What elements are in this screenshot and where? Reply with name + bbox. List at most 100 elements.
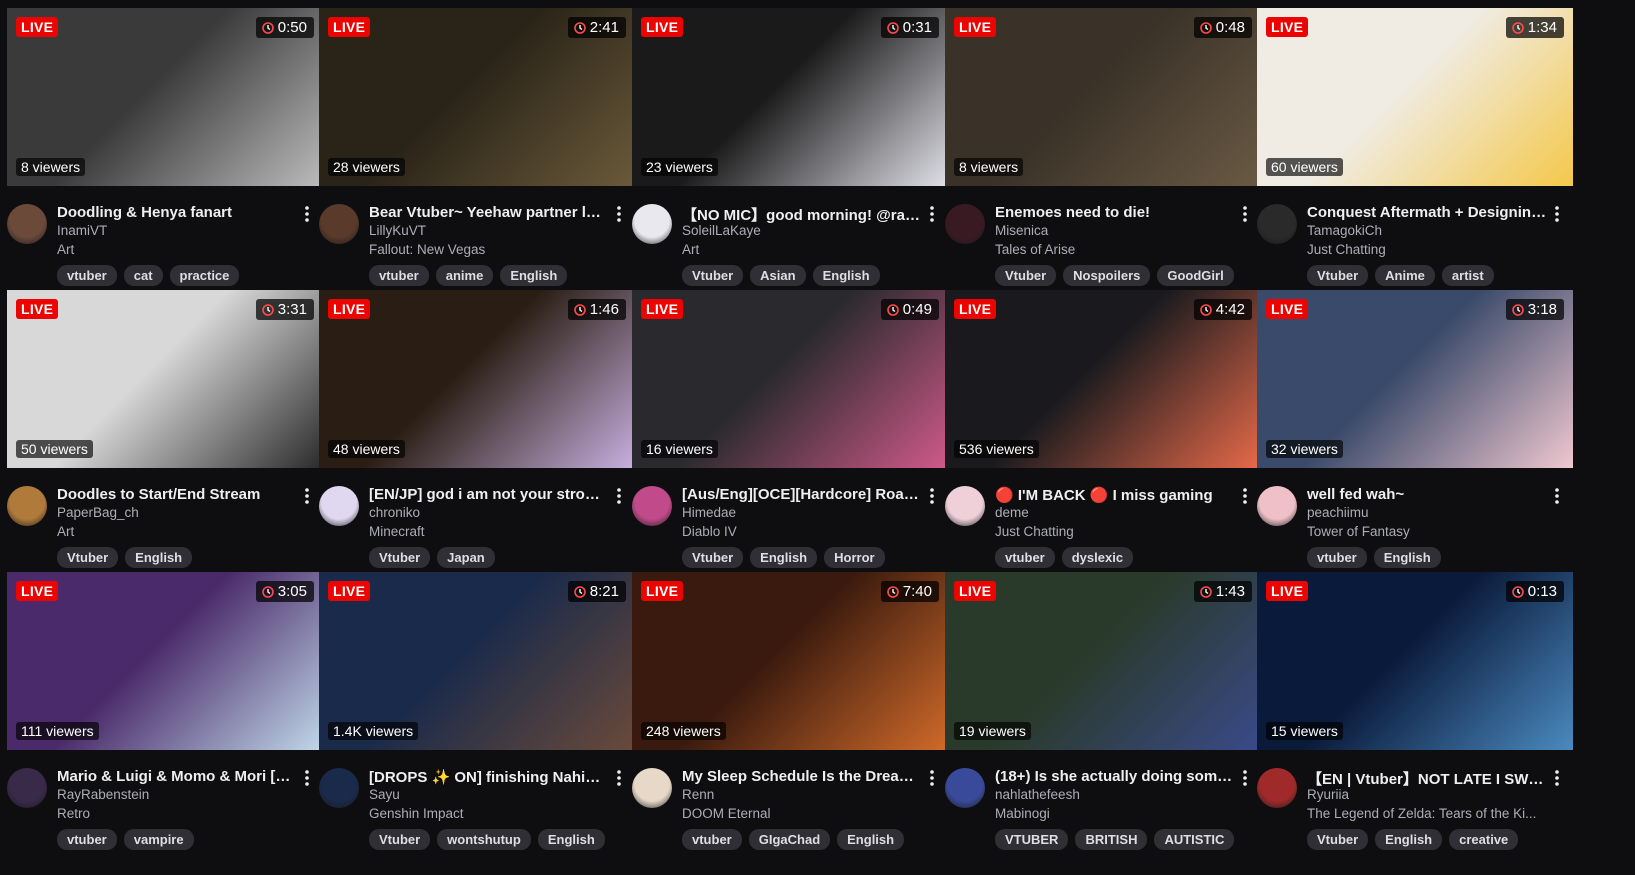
- channel-avatar[interactable]: [632, 486, 672, 526]
- stream-thumbnail[interactable]: LIVE 1:46 48 viewers: [319, 290, 635, 468]
- tag-chip[interactable]: Anime: [1375, 265, 1435, 286]
- channel-name[interactable]: Misenica: [995, 223, 1048, 238]
- stream-title[interactable]: 【EN | Vtuber】NOT LATE I SWEA...: [1307, 768, 1547, 789]
- more-options-icon[interactable]: [1235, 768, 1255, 788]
- stream-title[interactable]: Mario & Luigi & Momo & Mori [Bird...: [57, 768, 297, 785]
- channel-name[interactable]: InamiVT: [57, 223, 107, 238]
- stream-title[interactable]: [EN/JP] god i am not your stronge...: [369, 486, 609, 503]
- channel-avatar[interactable]: [319, 768, 359, 808]
- channel-name[interactable]: PaperBag_ch: [57, 505, 139, 520]
- category-link[interactable]: Tales of Arise: [995, 242, 1255, 257]
- category-link[interactable]: Genshin Impact: [369, 806, 629, 821]
- tag-chip[interactable]: anime: [435, 265, 494, 286]
- channel-name[interactable]: chroniko: [369, 505, 420, 520]
- tag-chip[interactable]: English: [1373, 547, 1441, 568]
- channel-name[interactable]: Himedae: [682, 505, 736, 520]
- category-link[interactable]: Minecraft: [369, 524, 629, 539]
- channel-name[interactable]: Sayu: [369, 787, 400, 802]
- more-options-icon[interactable]: [609, 204, 629, 224]
- tag-chip[interactable]: English: [812, 265, 880, 286]
- stream-title[interactable]: [DROPS ✨ ON] finishing Nahida st...: [369, 768, 609, 786]
- tag-chip[interactable]: Vtuber: [682, 265, 744, 286]
- tag-chip[interactable]: English: [750, 547, 818, 568]
- tag-chip[interactable]: English: [125, 547, 193, 568]
- channel-avatar[interactable]: [1257, 204, 1297, 244]
- tag-chip[interactable]: Vtuber: [369, 547, 431, 568]
- category-link[interactable]: Just Chatting: [1307, 242, 1567, 257]
- more-options-icon[interactable]: [922, 204, 942, 224]
- category-link[interactable]: Retro: [57, 806, 317, 821]
- tag-chip[interactable]: GoodGirl: [1157, 265, 1234, 286]
- stream-thumbnail[interactable]: LIVE 3:05 111 viewers: [7, 572, 323, 750]
- stream-title[interactable]: Enemoes need to die!: [995, 204, 1235, 221]
- tag-chip[interactable]: Vtuber: [995, 265, 1057, 286]
- stream-thumbnail[interactable]: LIVE 1:34 60 viewers: [1257, 8, 1573, 186]
- tag-chip[interactable]: Nospoilers: [1063, 265, 1151, 286]
- stream-thumbnail[interactable]: LIVE 7:40 248 viewers: [632, 572, 948, 750]
- tag-chip[interactable]: AUTISTIC: [1154, 829, 1235, 850]
- tag-chip[interactable]: English: [1375, 829, 1443, 850]
- more-options-icon[interactable]: [1547, 204, 1567, 224]
- stream-thumbnail[interactable]: LIVE 0:50 8 viewers: [7, 8, 323, 186]
- tag-chip[interactable]: wontshutup: [437, 829, 531, 850]
- stream-thumbnail[interactable]: LIVE 2:41 28 viewers: [319, 8, 635, 186]
- channel-avatar[interactable]: [319, 204, 359, 244]
- tag-chip[interactable]: vtuber: [995, 547, 1055, 568]
- more-options-icon[interactable]: [297, 486, 317, 506]
- stream-thumbnail[interactable]: LIVE 0:13 15 viewers: [1257, 572, 1573, 750]
- stream-title[interactable]: Doodling & Henya fanart: [57, 204, 297, 221]
- category-link[interactable]: Art: [57, 524, 317, 539]
- stream-title[interactable]: (18+) Is she actually doing some g...: [995, 768, 1235, 785]
- tag-chip[interactable]: English: [537, 829, 605, 850]
- stream-title[interactable]: 🔴 I'M BACK 🔴 I miss gaming: [995, 486, 1235, 504]
- more-options-icon[interactable]: [609, 486, 629, 506]
- tag-chip[interactable]: vtuber: [369, 265, 429, 286]
- stream-thumbnail[interactable]: LIVE 3:18 32 viewers: [1257, 290, 1573, 468]
- tag-chip[interactable]: Vtuber: [57, 547, 119, 568]
- more-options-icon[interactable]: [1235, 486, 1255, 506]
- tag-chip[interactable]: Horror: [824, 547, 885, 568]
- tag-chip[interactable]: dyslexic: [1061, 547, 1134, 568]
- stream-title[interactable]: Bear Vtuber~ Yeehaw partner let's...: [369, 204, 609, 221]
- channel-name[interactable]: LillyKuVT: [369, 223, 426, 238]
- more-options-icon[interactable]: [1235, 204, 1255, 224]
- more-options-icon[interactable]: [297, 204, 317, 224]
- channel-avatar[interactable]: [319, 486, 359, 526]
- channel-avatar[interactable]: [945, 768, 985, 808]
- tag-chip[interactable]: GIgaChad: [748, 829, 831, 850]
- stream-thumbnail[interactable]: LIVE 0:48 8 viewers: [945, 8, 1261, 186]
- category-link[interactable]: DOOM Eternal: [682, 806, 942, 821]
- category-link[interactable]: Tower of Fantasy: [1307, 524, 1567, 539]
- tag-chip[interactable]: vtuber: [57, 265, 117, 286]
- channel-avatar[interactable]: [632, 768, 672, 808]
- more-options-icon[interactable]: [609, 768, 629, 788]
- category-link[interactable]: Diablo IV: [682, 524, 942, 539]
- tag-chip[interactable]: Vtuber: [369, 829, 431, 850]
- tag-chip[interactable]: Vtuber: [682, 547, 744, 568]
- channel-name[interactable]: SoleilLaKaye: [682, 223, 761, 238]
- tag-chip[interactable]: vtuber: [1307, 547, 1367, 568]
- tag-chip[interactable]: vtuber: [682, 829, 742, 850]
- stream-thumbnail[interactable]: LIVE 8:21 1.4K viewers: [319, 572, 635, 750]
- channel-name[interactable]: Ryuriia: [1307, 787, 1349, 802]
- category-link[interactable]: Fallout: New Vegas: [369, 242, 629, 257]
- tag-chip[interactable]: BRITISH: [1075, 829, 1148, 850]
- tag-chip[interactable]: artist: [1441, 265, 1494, 286]
- tag-chip[interactable]: vampire: [123, 829, 194, 850]
- tag-chip[interactable]: Vtuber: [1307, 829, 1369, 850]
- channel-name[interactable]: Renn: [682, 787, 714, 802]
- channel-name[interactable]: nahlathefeesh: [995, 787, 1080, 802]
- channel-avatar[interactable]: [1257, 486, 1297, 526]
- channel-name[interactable]: deme: [995, 505, 1029, 520]
- stream-title[interactable]: well fed wah~: [1307, 486, 1547, 503]
- stream-title[interactable]: Conquest Aftermath + Designing ...: [1307, 204, 1547, 221]
- tag-chip[interactable]: Vtuber: [1307, 265, 1369, 286]
- tag-chip[interactable]: vtuber: [57, 829, 117, 850]
- tag-chip[interactable]: creative: [1449, 829, 1519, 850]
- more-options-icon[interactable]: [922, 768, 942, 788]
- category-link[interactable]: The Legend of Zelda: Tears of the Ki...: [1307, 806, 1567, 821]
- stream-thumbnail[interactable]: LIVE 0:49 16 viewers: [632, 290, 948, 468]
- tag-chip[interactable]: English: [500, 265, 568, 286]
- stream-title[interactable]: Doodles to Start/End Stream: [57, 486, 297, 503]
- tag-chip[interactable]: English: [837, 829, 905, 850]
